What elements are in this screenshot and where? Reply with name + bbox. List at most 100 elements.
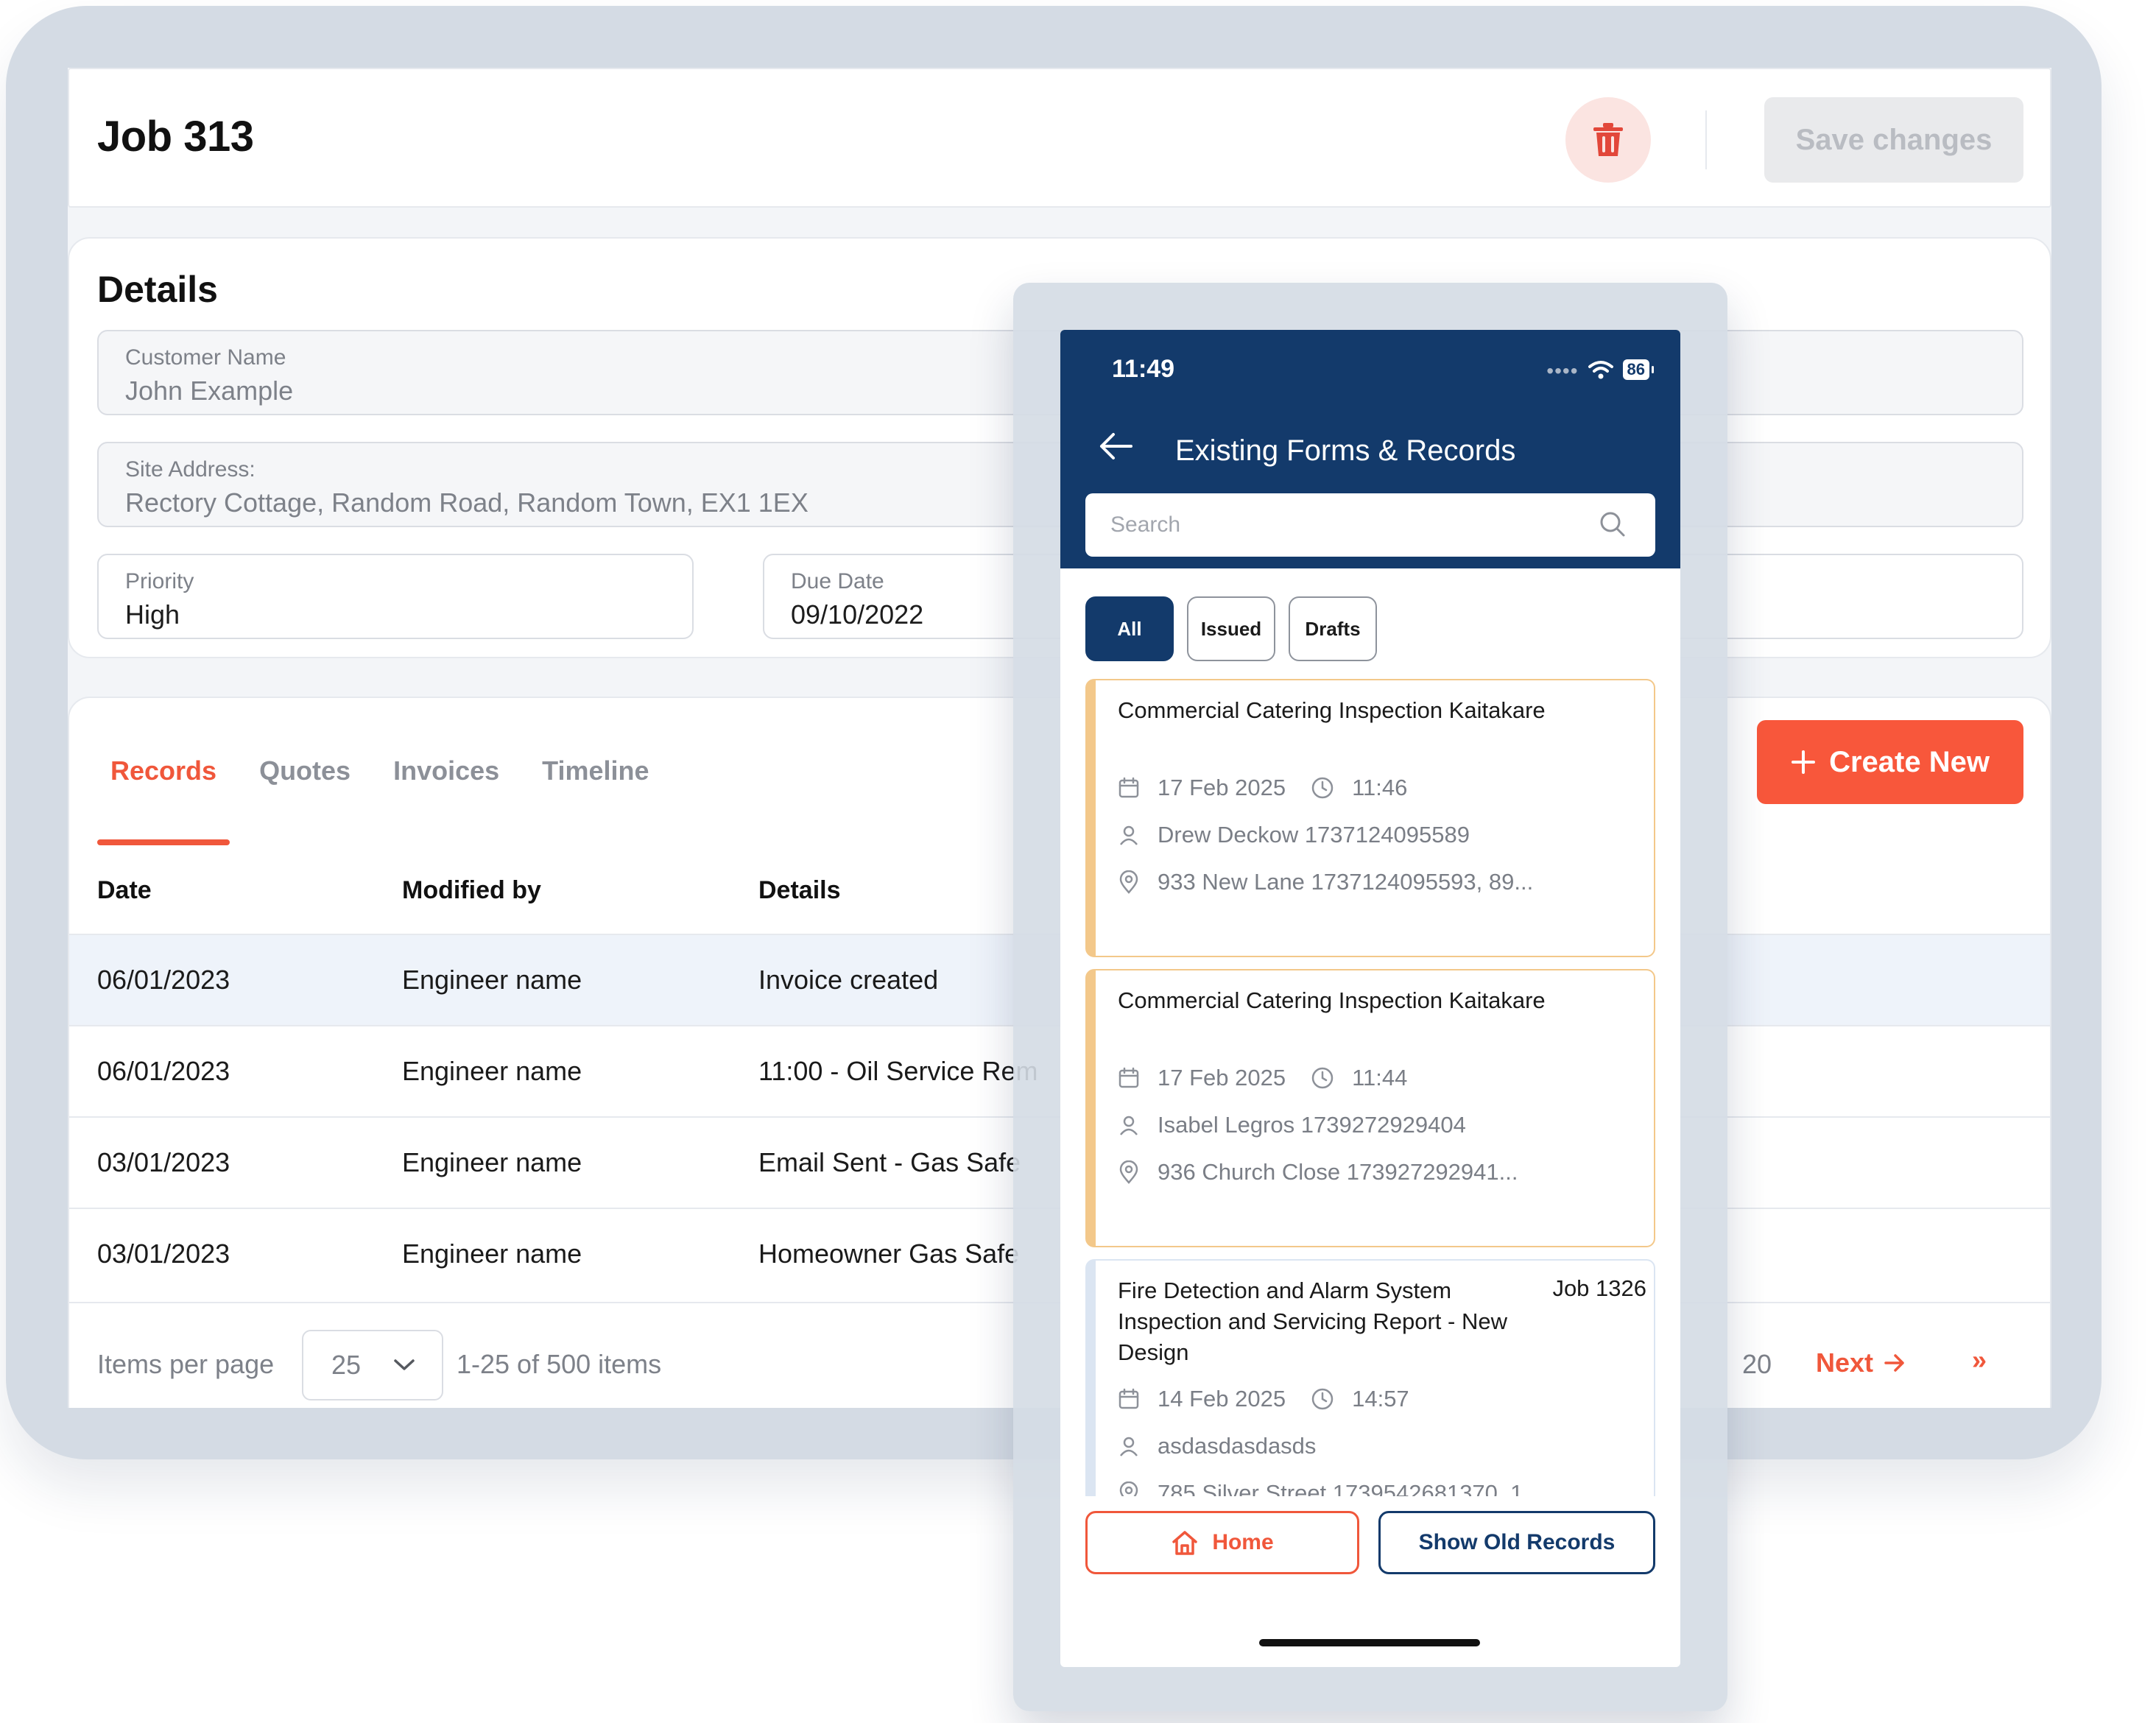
record-time: 11:46 [1352,775,1408,800]
calendar-icon [1118,1067,1139,1088]
items-range: 1-25 of 500 items [457,1349,662,1379]
row-date: 03/01/2023 [97,1147,230,1177]
record-card[interactable]: Commercial Catering Inspection Kaitakare… [1085,969,1655,1247]
row-modified-by: Engineer name [402,1056,582,1086]
clock-icon [1311,1067,1334,1089]
record-time: 14:57 [1352,1386,1409,1412]
row-date: 06/01/2023 [97,965,230,995]
priority-field[interactable]: Priority High [97,554,694,639]
phone-page-title: Existing Forms & Records [1175,434,1516,467]
record-address: 785 Silver Street 1739542681370, 1... [1118,1480,1542,1496]
calendar-icon [1118,777,1139,798]
save-button[interactable]: Save changes [1764,97,2023,183]
record-title: Commercial Catering Inspection Kaitakare [1118,697,1546,723]
row-modified-by: Engineer name [402,1147,582,1177]
priority-value: High [125,599,180,630]
tab-timeline[interactable]: Timeline [529,750,662,845]
record-card[interactable]: Commercial Catering Inspection Kaitakare… [1085,679,1655,957]
home-indicator [1259,1639,1480,1646]
create-new-label: Create New [1829,745,1990,778]
show-old-records-button[interactable]: Show Old Records [1378,1511,1655,1574]
delete-button[interactable] [1565,97,1651,183]
next-button[interactable]: Next [1816,1347,1906,1378]
record-person: asdasdasdasds [1118,1433,1316,1459]
search-input[interactable]: Search [1085,493,1655,557]
plus-icon [1792,750,1816,774]
arrow-right-icon [1884,1354,1904,1372]
calendar-icon [1118,1388,1139,1409]
phone-frame: 11:49 •••• 86 Existing Forms & Records S… [1013,283,1727,1711]
records-list: Commercial Catering Inspection Kaitakare… [1085,679,1655,1496]
column-date[interactable]: Date [97,876,152,905]
row-modified-by: Engineer name [402,1238,582,1269]
location-pin-icon [1119,870,1138,894]
record-date: 17 Feb 2025 [1158,1065,1286,1090]
tab-records[interactable]: Records [97,750,230,845]
record-person-name: asdasdasdasds [1158,1433,1317,1459]
phone-header: 11:49 •••• 86 Existing Forms & Records S… [1060,330,1680,568]
filter-drafts[interactable]: Drafts [1289,596,1377,661]
job-header: Job 313 Save changes [68,68,2051,208]
user-icon [1120,825,1138,845]
items-per-page-select[interactable]: 25 [302,1330,443,1400]
record-address-text: 936 Church Close 173927292941... [1158,1159,1518,1185]
clock-icon [1311,777,1334,799]
column-details[interactable]: Details [758,876,841,905]
user-icon [1120,1437,1138,1456]
user-icon [1120,1116,1138,1135]
details-title: Details [97,269,218,310]
last-page-button[interactable]: » [1972,1345,1987,1375]
clock-icon [1311,1388,1334,1410]
record-address: 936 Church Close 173927292941... [1118,1159,1518,1185]
record-person-name: Isabel Legros 1739272929404 [1158,1112,1466,1138]
record-datetime: 17 Feb 2025 11:46 [1118,775,1407,801]
row-modified-by: Engineer name [402,965,582,995]
record-card[interactable]: Fire Detection and Alarm System Inspecti… [1085,1259,1655,1496]
home-label: Home [1212,1530,1274,1554]
record-title: Fire Detection and Alarm System Inspecti… [1118,1278,1507,1365]
search-placeholder: Search [1110,512,1181,537]
record-datetime: 14 Feb 2025 14:57 [1118,1386,1409,1412]
record-job-number: Job 1326 [1552,1275,1646,1301]
phone-actions: Home Show Old Records [1085,1511,1655,1574]
items-per-page-label: Items per page [97,1349,275,1379]
page-number[interactable]: 20 [1742,1349,1772,1380]
next-label: Next [1816,1347,1874,1378]
create-new-button[interactable]: Create New [1757,720,2023,804]
row-date: 06/01/2023 [97,1056,230,1086]
record-datetime: 17 Feb 2025 11:44 [1118,1065,1407,1091]
record-address-text: 933 New Lane 1737124095593, 89... [1158,869,1534,895]
location-pin-icon [1119,1481,1138,1496]
record-person-name: Drew Deckow 1737124095589 [1158,822,1470,848]
status-time: 11:49 [1112,355,1175,383]
column-modified-by[interactable]: Modified by [402,876,541,905]
record-address: 933 New Lane 1737124095593, 89... [1118,869,1533,895]
signal-icon: •••• [1546,359,1579,382]
home-button[interactable]: Home [1085,1511,1359,1574]
arrow-left-icon [1100,433,1132,459]
search-icon [1600,512,1625,537]
wifi-icon [1588,361,1613,379]
home-icon [1172,1531,1198,1555]
tab-quotes[interactable]: Quotes [246,750,364,845]
record-person: Isabel Legros 1739272929404 [1118,1112,1466,1138]
record-filters: All Issued Drafts [1085,596,1377,661]
record-title: Commercial Catering Inspection Kaitakare [1118,987,1546,1013]
page-title: Job 313 [97,113,254,161]
filter-issued[interactable]: Issued [1187,596,1275,661]
header-divider [1705,110,1707,169]
row-date: 03/01/2023 [97,1238,230,1269]
record-person: Drew Deckow 1737124095589 [1118,822,1470,848]
priority-label: Priority [125,569,194,593]
filter-all[interactable]: All [1085,596,1174,661]
phone-screen: 11:49 •••• 86 Existing Forms & Records S… [1060,330,1680,1667]
location-pin-icon [1119,1160,1138,1184]
record-date: 17 Feb 2025 [1158,775,1286,800]
battery-icon: 86 [1622,359,1655,380]
back-button[interactable] [1097,431,1134,465]
tab-invoices[interactable]: Invoices [380,750,512,845]
trash-icon [1593,123,1623,156]
status-bar-icons: •••• 86 [1546,356,1655,383]
record-address-text: 785 Silver Street 1739542681370, 1... [1158,1480,1543,1496]
record-time: 11:44 [1352,1065,1408,1090]
